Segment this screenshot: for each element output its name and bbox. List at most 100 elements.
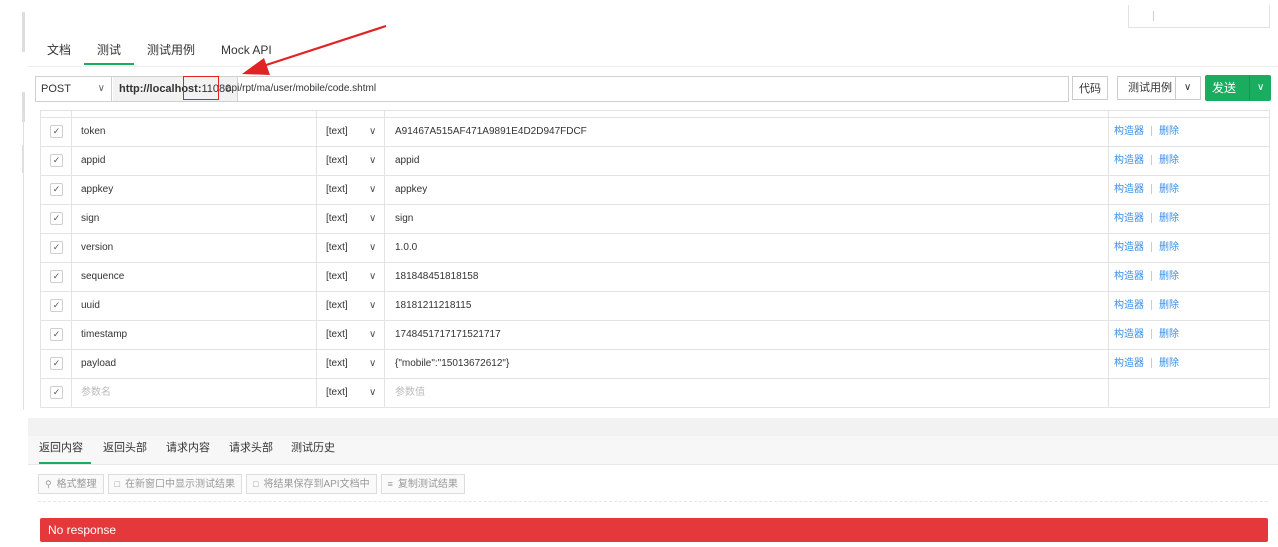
save-to-doc-button[interactable]: □ 将结果保存到API文档中 — [246, 474, 377, 494]
builder-link[interactable]: 构造器 — [1114, 213, 1144, 224]
delete-link[interactable]: 删除 — [1159, 329, 1179, 340]
chevron-down-icon[interactable]: ∨ — [1257, 75, 1264, 101]
chevron-down-icon[interactable]: ∨ — [369, 378, 376, 407]
chevron-down-icon[interactable]: ∨ — [369, 204, 376, 233]
top-right-input[interactable] — [1128, 5, 1270, 28]
copy-result-label: 复制测试结果 — [397, 479, 458, 490]
row-checkbox[interactable]: ✓ — [50, 270, 63, 283]
tab-response-body[interactable]: 返回内容 — [39, 436, 91, 464]
tab-docs[interactable]: 文档 — [47, 43, 84, 65]
row-checkbox-cell: ✓ — [41, 320, 72, 349]
param-value-input[interactable]: {"mobile":"15013672612"} — [395, 349, 509, 378]
test-cases-label: 测试用例 — [1128, 82, 1172, 94]
tab-request-headers[interactable]: 请求头部 — [229, 436, 273, 464]
open-new-window-button[interactable]: □ 在新窗口中显示测试结果 — [107, 474, 243, 494]
left-divider — [23, 110, 24, 410]
param-value-input[interactable]: 1.0.0 — [395, 233, 417, 262]
param-name-input[interactable]: appid — [81, 146, 105, 175]
param-name-input[interactable]: sign — [81, 204, 99, 233]
param-type-select[interactable]: [text] — [326, 117, 348, 146]
param-name-input[interactable]: version — [81, 233, 113, 262]
param-name-input[interactable]: 参数名 — [81, 378, 111, 407]
param-type-select[interactable]: [text] — [326, 233, 348, 262]
param-value-input[interactable]: 181848451818158 — [395, 262, 478, 291]
param-name-input[interactable]: payload — [81, 349, 116, 378]
table-row: ✓ token [text] ∨ A91467A515AF471A9891E4D2D94… — [41, 117, 1269, 147]
builder-link[interactable]: 构造器 — [1114, 358, 1144, 369]
param-name-input[interactable]: appkey — [81, 175, 113, 204]
builder-link[interactable]: 构造器 — [1114, 242, 1144, 253]
param-value-input[interactable]: appid — [395, 146, 419, 175]
param-name-input[interactable]: timestamp — [81, 320, 127, 349]
param-value-input[interactable]: A91467A515AF471A9891E4D2D947FDCF — [395, 117, 587, 146]
tab-test-history[interactable]: 测试历史 — [291, 436, 335, 464]
test-cases-button[interactable]: 测试用例 ∨ — [1117, 76, 1201, 100]
builder-link[interactable]: 构造器 — [1114, 155, 1144, 166]
row-checkbox[interactable]: ✓ — [50, 212, 63, 225]
row-checkbox[interactable]: ✓ — [50, 328, 63, 341]
method-select[interactable]: POST ∨ — [36, 77, 112, 101]
builder-link[interactable]: 构造器 — [1114, 300, 1144, 311]
param-type-select[interactable]: [text] — [326, 291, 348, 320]
delete-link[interactable]: 删除 — [1159, 242, 1179, 253]
row-actions: 构造器 删除 — [1114, 349, 1179, 378]
chevron-down-icon[interactable]: ∨ — [369, 320, 376, 349]
format-button[interactable]: ⚲ 格式整理 — [38, 474, 104, 494]
builder-link[interactable]: 构造器 — [1114, 184, 1144, 195]
send-button[interactable]: 发送 ∨ — [1205, 75, 1271, 101]
url-path-input[interactable]: api/rpt/ma/user/mobile/code.shtml — [226, 77, 376, 101]
tab-response-headers[interactable]: 返回头部 — [103, 436, 147, 464]
tab-request-body[interactable]: 请求内容 — [166, 436, 210, 464]
param-value-input[interactable]: sign — [395, 204, 413, 233]
delete-link[interactable]: 删除 — [1159, 155, 1179, 166]
param-type-select[interactable]: [text] — [326, 349, 348, 378]
chevron-down-icon[interactable]: ∨ — [369, 175, 376, 204]
code-button[interactable]: 代码 — [1072, 76, 1108, 100]
param-name-input[interactable]: token — [81, 117, 105, 146]
row-checkbox[interactable]: ✓ — [50, 299, 63, 312]
delete-link[interactable]: 删除 — [1159, 213, 1179, 224]
delete-link[interactable]: 删除 — [1159, 271, 1179, 282]
delete-link[interactable]: 删除 — [1159, 126, 1179, 137]
param-value-input[interactable]: appkey — [395, 175, 427, 204]
row-checkbox[interactable]: ✓ — [50, 357, 63, 370]
param-name-input[interactable]: sequence — [81, 262, 124, 291]
param-value-input[interactable]: 18181211218115 — [395, 291, 471, 320]
chevron-down-icon[interactable]: ∨ — [369, 262, 376, 291]
param-type-select[interactable]: [text] — [326, 175, 348, 204]
row-actions: 构造器 删除 — [1114, 117, 1179, 146]
tab-test[interactable]: 测试 — [84, 43, 135, 65]
chevron-down-icon[interactable]: ∨ — [1184, 77, 1191, 99]
row-checkbox[interactable]: ✓ — [50, 183, 63, 196]
builder-link[interactable]: 构造器 — [1114, 126, 1144, 137]
builder-link[interactable]: 构造器 — [1114, 271, 1144, 282]
host-prefix: http://localhost:11080 — [113, 77, 239, 101]
param-name-input[interactable]: uuid — [81, 291, 100, 320]
chevron-down-icon[interactable]: ∨ — [369, 146, 376, 175]
param-type-select[interactable]: [text] — [326, 146, 348, 175]
delete-link[interactable]: 删除 — [1159, 358, 1179, 369]
param-type-select[interactable]: [text] — [326, 204, 348, 233]
row-checkbox[interactable]: ✓ — [50, 125, 63, 138]
tab-test-cases[interactable]: 测试用例 — [134, 43, 208, 65]
param-type-select[interactable]: [text] — [326, 378, 348, 407]
chevron-down-icon[interactable]: ∨ — [369, 233, 376, 262]
open-new-window-label: 在新窗口中显示测试结果 — [125, 479, 236, 490]
param-type-select[interactable]: [text] — [326, 262, 348, 291]
chevron-down-icon[interactable]: ∨ — [369, 349, 376, 378]
row-checkbox[interactable]: ✓ — [50, 386, 63, 399]
param-type-select[interactable]: [text] — [326, 320, 348, 349]
table-row: ✓ version [text] ∨ 1.0.0 构造器 删除 — [41, 233, 1269, 263]
builder-link[interactable]: 构造器 — [1114, 329, 1144, 340]
save-icon: □ — [253, 479, 259, 489]
row-checkbox[interactable]: ✓ — [50, 241, 63, 254]
param-value-input[interactable]: 1748451717171521717 — [395, 320, 501, 349]
row-checkbox[interactable]: ✓ — [50, 154, 63, 167]
chevron-down-icon[interactable]: ∨ — [369, 291, 376, 320]
copy-result-button[interactable]: ≡ 复制测试结果 — [380, 474, 465, 494]
chevron-down-icon[interactable]: ∨ — [369, 117, 376, 146]
toolbar-divider — [38, 501, 1268, 502]
delete-link[interactable]: 删除 — [1159, 184, 1179, 195]
param-value-input[interactable]: 参数值 — [395, 378, 425, 407]
delete-link[interactable]: 删除 — [1159, 300, 1179, 311]
